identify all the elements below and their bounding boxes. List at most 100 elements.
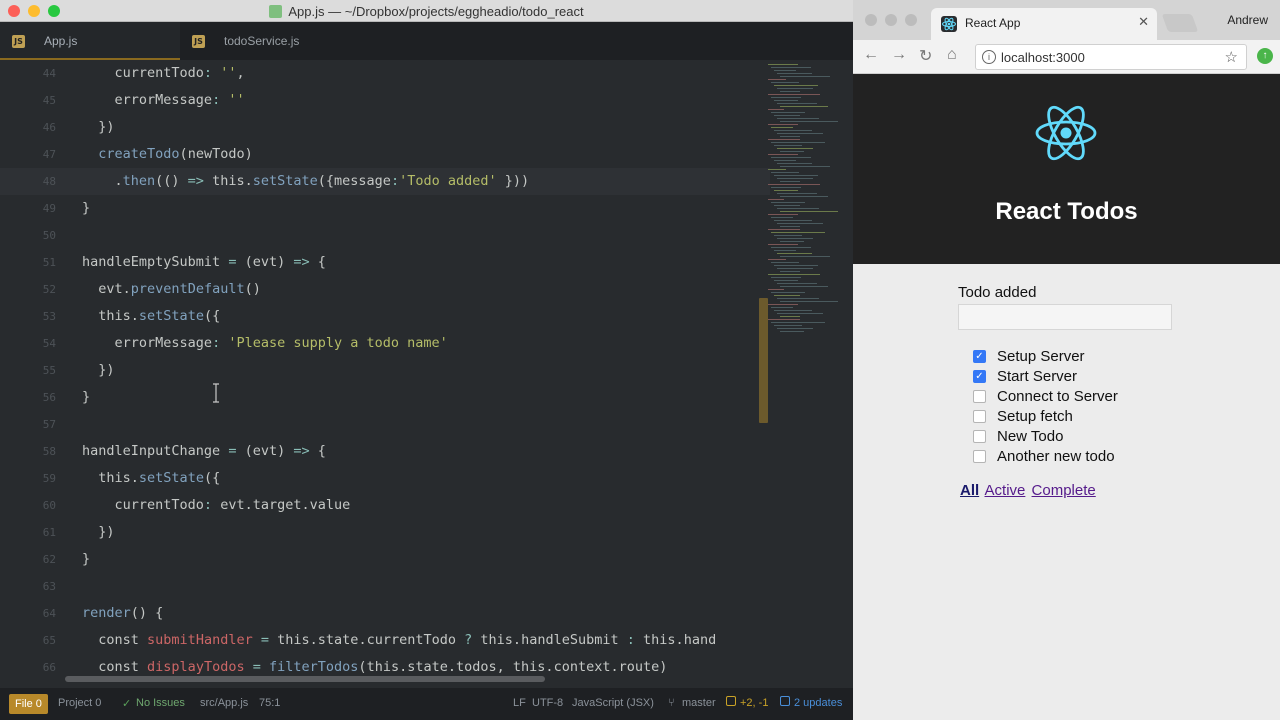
react-logo-icon — [1033, 100, 1099, 171]
todo-checkbox[interactable] — [973, 430, 986, 443]
todo-checkbox[interactable] — [973, 390, 986, 403]
minimap-line — [774, 115, 800, 116]
line-number: 59 — [42, 472, 56, 485]
issues-status[interactable]: No Issues — [136, 697, 185, 709]
minimap-line — [771, 172, 799, 173]
minimap-line — [771, 232, 825, 233]
code-line[interactable]: 60 currentTodo: evt.target.value — [0, 492, 770, 519]
close-window-button[interactable] — [865, 14, 877, 26]
code-text: this.setState({ — [98, 470, 221, 486]
code-line[interactable]: 47 createTodo(newTodo) — [0, 141, 770, 168]
file-count-badge[interactable]: File 0 — [9, 694, 48, 714]
todo-checkbox[interactable]: ✓ — [973, 370, 986, 383]
file-icon — [269, 5, 283, 18]
zoom-window-button[interactable] — [905, 14, 917, 26]
code-text: const submitHandler = this.state.current… — [98, 632, 717, 648]
minimap-line — [780, 181, 800, 182]
code-line[interactable]: 62} — [0, 546, 770, 573]
minimap-line — [780, 286, 828, 287]
minimap-line — [771, 262, 799, 263]
tab-todoservice-js[interactable]: JS todoService.js — [180, 22, 360, 60]
code-text: } — [82, 551, 91, 567]
minimap-line — [768, 289, 784, 290]
minimap[interactable] — [766, 60, 853, 680]
code-line[interactable]: 57 — [0, 411, 770, 438]
horizontal-scrollbar[interactable] — [65, 676, 545, 682]
browser-tab-strip: React App ✕ Andrew — [853, 0, 1280, 40]
close-tab-icon[interactable]: ✕ — [1138, 14, 1149, 30]
minimap-line — [780, 301, 838, 302]
minimap-line — [771, 82, 799, 83]
todo-checkbox[interactable]: ✓ — [973, 350, 986, 363]
code-line[interactable]: 53 this.setState({ — [0, 303, 770, 330]
minimap-line — [771, 217, 793, 218]
code-line[interactable]: 49} — [0, 195, 770, 222]
git-branch[interactable]: master — [682, 697, 716, 709]
code-text: errorMessage: 'Please supply a todo name… — [114, 335, 448, 351]
code-line[interactable]: 55 }) — [0, 357, 770, 384]
code-line[interactable]: 61 }) — [0, 519, 770, 546]
app-title: React Todos — [995, 198, 1138, 225]
new-tab-button[interactable] — [1161, 14, 1199, 32]
code-line[interactable]: 48 .then(() => this.setState({message:'T… — [0, 168, 770, 195]
profile-name[interactable]: Andrew — [1227, 13, 1268, 27]
extension-icon[interactable]: ↑ — [1257, 48, 1273, 64]
code-line[interactable]: 45 errorMessage: '' — [0, 87, 770, 114]
filter-active-link[interactable]: Active — [985, 482, 1026, 499]
tab-label: App.js — [44, 34, 78, 48]
line-ending[interactable]: LF — [513, 697, 526, 709]
tab-label: todoService.js — [224, 34, 300, 48]
filter-complete-link[interactable]: Complete — [1032, 482, 1096, 499]
code-line[interactable]: 59 this.setState({ — [0, 465, 770, 492]
home-icon[interactable]: ⌂ — [947, 46, 957, 64]
git-branch-icon: ⑂ — [668, 697, 675, 709]
code-line[interactable]: 56} — [0, 384, 770, 411]
minimap-line — [777, 103, 817, 104]
code-line[interactable]: 44 currentTodo: '', — [0, 62, 770, 87]
code-line[interactable]: 65 const submitHandler = this.state.curr… — [0, 627, 770, 654]
line-number: 57 — [42, 418, 56, 431]
vertical-scrollbar[interactable] — [759, 298, 768, 423]
grammar-selector[interactable]: JavaScript (JSX) — [572, 697, 654, 709]
todo-input[interactable] — [958, 304, 1172, 330]
diff-icon — [726, 696, 736, 706]
minimize-window-button[interactable] — [885, 14, 897, 26]
code-area[interactable]: 44 currentTodo: '', 45 errorMessage: '' 46… — [0, 62, 770, 682]
minimap-line — [780, 256, 830, 257]
reload-icon[interactable]: ↻ — [919, 46, 932, 66]
line-number: 48 — [42, 175, 56, 188]
todo-checkbox[interactable] — [973, 450, 986, 463]
file-path[interactable]: src/App.js — [200, 697, 248, 709]
file-encoding[interactable]: UTF-8 — [532, 697, 563, 709]
code-line[interactable]: 52 evt.preventDefault() — [0, 276, 770, 303]
package-updates[interactable]: 2 updates — [794, 697, 842, 709]
line-number: 44 — [42, 67, 56, 80]
project-count[interactable]: Project 0 — [58, 697, 101, 709]
minimap-line — [771, 157, 811, 158]
back-icon[interactable]: ← — [863, 46, 879, 64]
tab-app-js[interactable]: JS App.js — [0, 22, 180, 60]
forward-icon[interactable]: → — [891, 46, 907, 64]
code-text: render() { — [82, 605, 164, 621]
filter-all-link[interactable]: All — [960, 482, 979, 499]
address-bar[interactable]: i localhost:3000 ☆ — [975, 44, 1247, 70]
code-line[interactable]: 64 render() { — [0, 600, 770, 627]
code-line[interactable]: 51 handleEmptySubmit = (evt) => { — [0, 249, 770, 276]
code-line[interactable]: 58 handleInputChange = (evt) => { — [0, 438, 770, 465]
code-line[interactable]: 63 — [0, 573, 770, 600]
code-line[interactable]: 54 errorMessage: 'Please supply a todo n… — [0, 330, 770, 357]
cursor-position[interactable]: 75:1 — [259, 697, 280, 709]
minimap-line — [768, 274, 820, 275]
git-diff-stats[interactable]: +2, -1 — [740, 697, 768, 709]
todo-checkbox[interactable] — [973, 410, 986, 423]
minimap-line — [774, 175, 818, 176]
browser-tab-react-app[interactable]: React App ✕ — [931, 8, 1157, 40]
filter-links: All Active Complete — [960, 482, 1098, 499]
minimap-line — [774, 310, 812, 311]
bookmark-star-icon[interactable]: ☆ — [1225, 48, 1238, 66]
line-number: 66 — [42, 661, 56, 674]
code-line[interactable]: 50 — [0, 222, 770, 249]
info-icon[interactable]: i — [982, 50, 996, 64]
minimap-line — [777, 118, 819, 119]
code-line[interactable]: 46 }) — [0, 114, 770, 141]
